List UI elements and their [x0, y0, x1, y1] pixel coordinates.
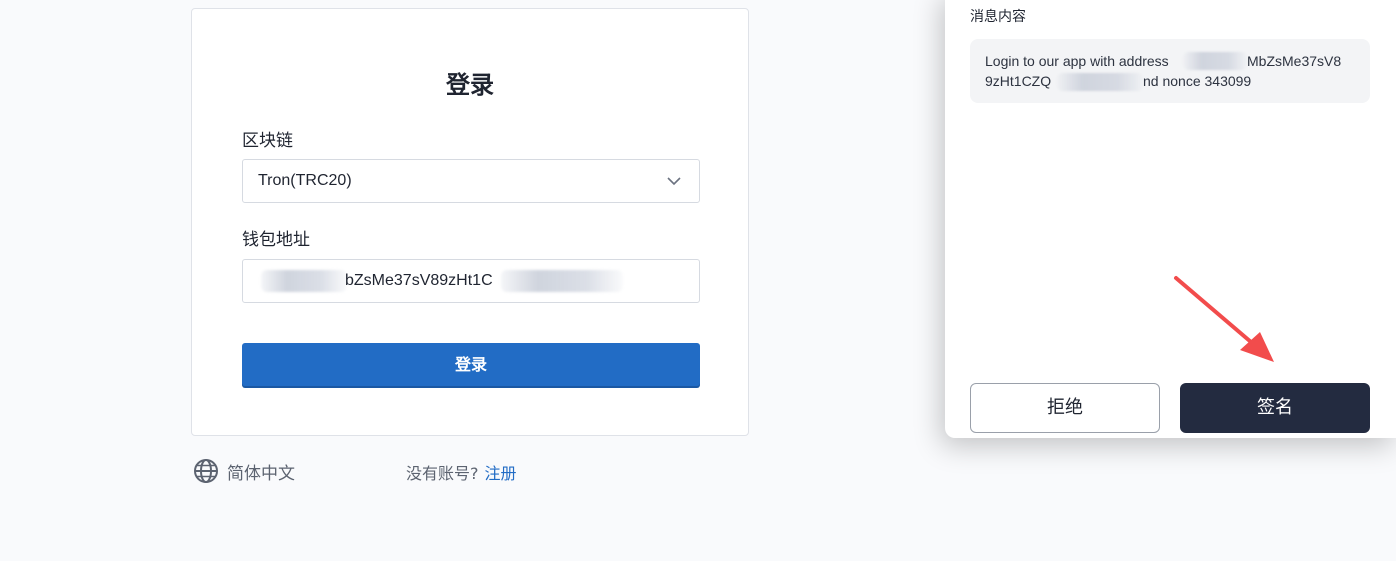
- redacted-blur: [501, 270, 623, 292]
- login-card: 登录 区块链 Tron(TRC20) 钱包地址 bZsMe37sV89zHt1C…: [191, 8, 749, 436]
- register-link[interactable]: 注册: [485, 464, 517, 483]
- annotation-arrow-icon: [1174, 276, 1274, 362]
- message-text: MbZsMe37sV8: [1247, 53, 1342, 69]
- message-line-1: Login to our app with address MbZsMe37sV…: [985, 51, 1355, 71]
- chain-select[interactable]: Tron(TRC20): [242, 159, 700, 203]
- reject-button[interactable]: 拒绝: [970, 383, 1160, 433]
- redacted-blur: [1057, 73, 1143, 91]
- message-text: nd nonce 343099: [1143, 73, 1252, 89]
- chain-select-value: Tron(TRC20): [258, 172, 352, 189]
- login-submit-button[interactable]: 登录: [242, 343, 700, 386]
- no-account-text: 没有账号?: [406, 464, 479, 483]
- language-label: 简体中文: [227, 463, 295, 484]
- globe-icon: [194, 459, 218, 483]
- chevron-down-icon: [667, 177, 681, 186]
- message-text: 9zHt1CZQ: [985, 73, 1052, 89]
- wallet-address-value: bZsMe37sV89zHt1C: [345, 272, 493, 289]
- sign-button[interactable]: 签名: [1180, 383, 1370, 433]
- chain-label: 区块链: [242, 131, 293, 151]
- page: 登录 区块链 Tron(TRC20) 钱包地址 bZsMe37sV89zHt1C…: [0, 0, 1396, 561]
- message-line-2: 9zHt1CZQ nd nonce 343099: [985, 71, 1355, 91]
- message-label: 消息内容: [970, 9, 1026, 25]
- register-line: 没有账号? 注册: [406, 460, 517, 484]
- message-content: Login to our app with address MbZsMe37sV…: [970, 39, 1370, 103]
- wallet-sign-popup: 消息内容 Login to our app with address MbZsM…: [945, 0, 1396, 438]
- wallet-address-label: 钱包地址: [242, 230, 310, 250]
- language-switch[interactable]: 简体中文: [193, 458, 295, 484]
- redacted-blur: [261, 270, 347, 292]
- login-title: 登录: [446, 71, 494, 99]
- message-text: Login to our app with address: [985, 53, 1169, 69]
- redacted-blur: [1183, 52, 1247, 70]
- wallet-address-input[interactable]: bZsMe37sV89zHt1C: [242, 259, 700, 303]
